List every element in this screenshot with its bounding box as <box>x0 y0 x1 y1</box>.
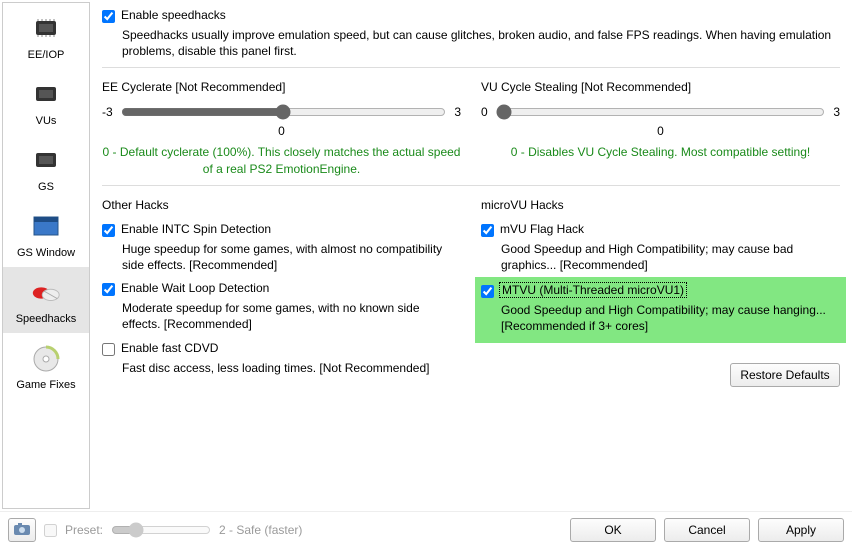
fastcdvd-checkbox[interactable] <box>102 343 115 356</box>
waitloop-desc: Moderate speedup for some games, with no… <box>122 300 461 332</box>
restore-defaults-button[interactable]: Restore Defaults <box>730 363 840 387</box>
intc-checkbox[interactable] <box>102 224 115 237</box>
other-hacks-title: Other Hacks <box>102 198 461 212</box>
vu-min-label: 0 <box>481 105 488 119</box>
ee-min-label: -3 <box>102 105 113 119</box>
apply-button[interactable]: Apply <box>758 518 844 542</box>
camera-icon <box>13 522 31 539</box>
sidebar: EE/IOP VUs GS GS Window Speedhacks <box>2 2 90 509</box>
content-panel: Enable speedhacks Speedhacks usually imp… <box>90 0 852 511</box>
mtvu-desc: Good Speedup and High Compatibility; may… <box>501 302 840 334</box>
enable-speedhacks-desc: Speedhacks usually improve emulation spe… <box>122 27 840 59</box>
sidebar-item-label: GS <box>38 181 54 193</box>
bottom-bar: Preset: 2 - Safe (faster) OK Cancel Appl… <box>0 511 852 548</box>
ee-cyclerate-title: EE Cyclerate [Not Recommended] <box>102 80 461 94</box>
mtvu-label: MTVU (Multi-Threaded microVU1) <box>500 283 686 297</box>
chip-icon <box>30 145 62 177</box>
vu-max-label: 3 <box>833 105 840 119</box>
sidebar-item-label: Speedhacks <box>16 313 77 325</box>
vu-note: 0 - Disables VU Cycle Stealing. Most com… <box>481 144 840 160</box>
mvu-flag-desc: Good Speedup and High Compatibility; may… <box>501 241 840 273</box>
vu-cyclestealing-slider[interactable] <box>496 104 826 120</box>
divider <box>102 185 840 186</box>
sidebar-item-label: EE/IOP <box>28 49 65 61</box>
enable-speedhacks-label: Enable speedhacks <box>121 8 226 22</box>
divider <box>102 67 840 68</box>
chip-icon <box>30 13 62 45</box>
pills-icon <box>30 277 62 309</box>
cancel-button[interactable]: Cancel <box>664 518 750 542</box>
sidebar-item-label: Game Fixes <box>16 379 75 391</box>
waitloop-label: Enable Wait Loop Detection <box>121 281 269 295</box>
sidebar-item-label: VUs <box>36 115 57 127</box>
mvu-flag-label: mVU Flag Hack <box>500 222 584 236</box>
disc-icon <box>30 343 62 375</box>
fastcdvd-label: Enable fast CDVD <box>121 341 218 355</box>
vu-val-label: 0 <box>481 124 840 138</box>
intc-label: Enable INTC Spin Detection <box>121 222 271 236</box>
chip-icon <box>30 79 62 111</box>
mtvu-checkbox[interactable] <box>481 285 494 298</box>
mtvu-highlight: MTVU (Multi-Threaded microVU1) Good Spee… <box>475 277 846 342</box>
sidebar-item-vus[interactable]: VUs <box>3 69 89 135</box>
sidebar-item-gamefixes[interactable]: Game Fixes <box>3 333 89 399</box>
intc-desc: Huge speedup for some games, with almost… <box>122 241 461 273</box>
sidebar-item-gs[interactable]: GS <box>3 135 89 201</box>
preset-value: 2 - Safe (faster) <box>219 523 302 537</box>
ok-button[interactable]: OK <box>570 518 656 542</box>
fastcdvd-desc: Fast disc access, less loading times. [N… <box>122 360 461 376</box>
preset-slider[interactable] <box>111 522 211 538</box>
sidebar-item-gswindow[interactable]: GS Window <box>3 201 89 267</box>
sidebar-item-speedhacks[interactable]: Speedhacks <box>3 267 89 333</box>
ee-note: 0 - Default cyclerate (100%). This close… <box>102 144 461 176</box>
preset-checkbox[interactable] <box>44 524 57 537</box>
window-icon <box>30 211 62 243</box>
microvu-hacks-title: microVU Hacks <box>481 198 840 212</box>
ee-val-label: 0 <box>102 124 461 138</box>
preset-label: Preset: <box>65 523 103 537</box>
sidebar-item-label: GS Window <box>17 247 75 259</box>
ee-max-label: 3 <box>454 105 461 119</box>
ee-cyclerate-slider[interactable] <box>121 104 447 120</box>
waitloop-checkbox[interactable] <box>102 283 115 296</box>
screenshot-button[interactable] <box>8 518 36 542</box>
sidebar-item-eeiop[interactable]: EE/IOP <box>3 3 89 69</box>
mvu-flag-checkbox[interactable] <box>481 224 494 237</box>
enable-speedhacks-checkbox[interactable] <box>102 10 115 23</box>
vu-cyclestealing-title: VU Cycle Stealing [Not Recommended] <box>481 80 840 94</box>
